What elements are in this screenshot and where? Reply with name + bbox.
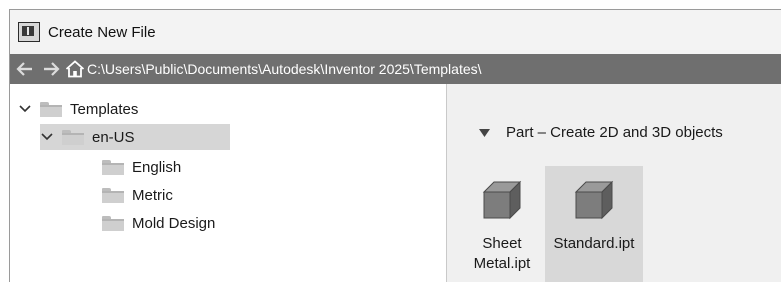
- folder-icon: [40, 101, 62, 117]
- collapse-triangle-icon[interactable]: [479, 128, 490, 137]
- folder-icon: [102, 187, 124, 203]
- chevron-down-icon[interactable]: [18, 102, 32, 116]
- section-title: Part – Create 2D and 3D objects: [506, 124, 723, 141]
- title-bar: Create New File: [10, 10, 781, 54]
- dialog-title: Create New File: [48, 23, 156, 41]
- folder-icon: [102, 159, 124, 175]
- inventor-app-icon: [18, 22, 40, 42]
- part-cube-icon: [574, 180, 614, 220]
- chevron-down-icon[interactable]: [40, 130, 54, 144]
- file-label: Standard.ipt: [553, 235, 635, 252]
- create-new-file-dialog: Create New File C:\Users\Public\Document…: [9, 9, 781, 282]
- tree-item-label: en-US: [92, 128, 135, 146]
- tree-item-templates[interactable]: Templates: [18, 96, 138, 122]
- current-path[interactable]: C:\Users\Public\Documents\Autodesk\Inven…: [87, 61, 482, 77]
- file-tile-sheet-metal[interactable]: Sheet Metal.ipt: [461, 166, 543, 282]
- part-cube-icon: [482, 180, 522, 220]
- tree-item-metric[interactable]: Metric: [102, 182, 173, 208]
- folder-tree: Templates en-US English Metric Mold Desi…: [10, 84, 447, 282]
- tree-item-label: Metric: [132, 186, 173, 204]
- folder-icon: [62, 129, 84, 145]
- file-tile-standard[interactable]: Standard.ipt: [545, 166, 643, 282]
- path-bar: C:\Users\Public\Documents\Autodesk\Inven…: [10, 54, 781, 84]
- section-header-part[interactable]: Part – Create 2D and 3D objects: [479, 124, 723, 141]
- tree-item-label: Mold Design: [132, 214, 216, 232]
- tree-item-english[interactable]: English: [102, 154, 181, 180]
- forward-arrow-icon[interactable]: [40, 58, 62, 80]
- tree-item-label: Templates: [70, 100, 139, 118]
- tree-item-mold-design[interactable]: Mold Design: [102, 210, 215, 236]
- tree-item-en-us[interactable]: en-US: [40, 124, 230, 150]
- back-arrow-icon[interactable]: [14, 58, 36, 80]
- folder-icon: [102, 215, 124, 231]
- template-content: Part – Create 2D and 3D objects Sheet Me…: [447, 84, 781, 282]
- file-label: Sheet Metal.ipt: [473, 235, 531, 272]
- home-icon[interactable]: [64, 58, 86, 80]
- tree-item-label: English: [132, 158, 182, 176]
